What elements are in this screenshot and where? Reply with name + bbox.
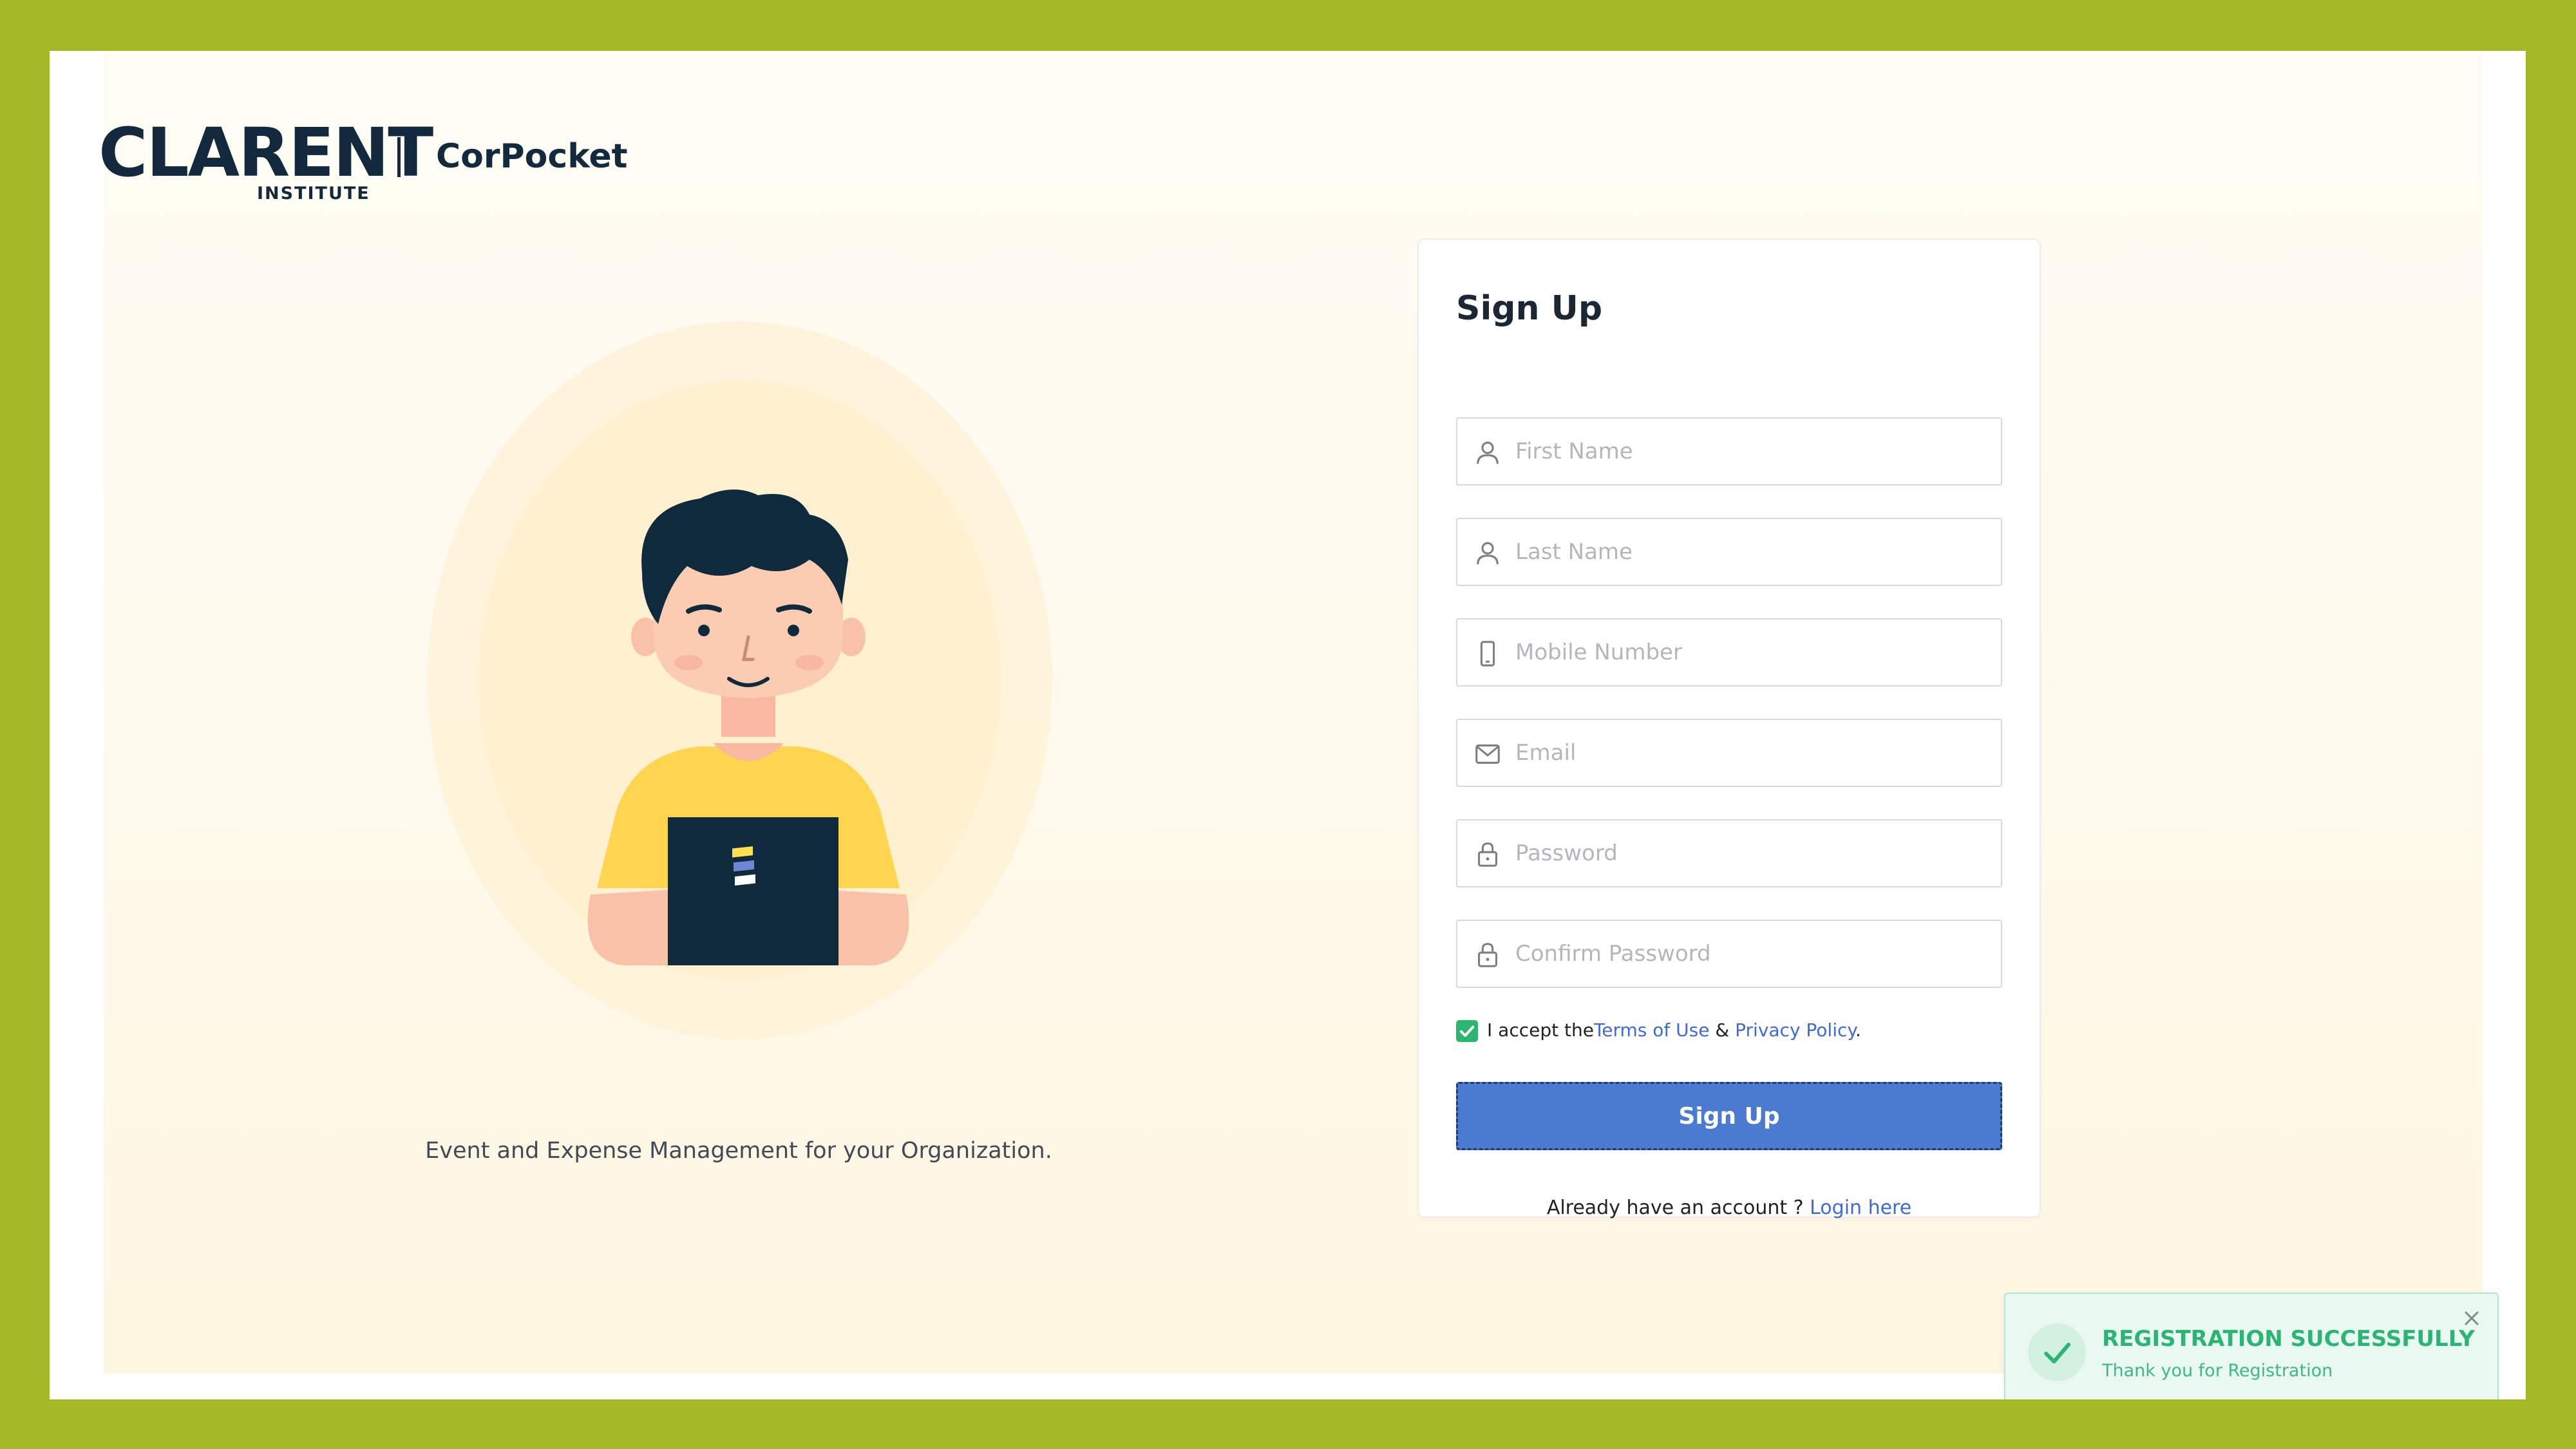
login-link[interactable]: Login here xyxy=(1810,1197,1911,1219)
email-field[interactable] xyxy=(1456,719,2002,787)
product-name: CorPocket xyxy=(436,137,628,176)
signup-button[interactable]: Sign Up xyxy=(1456,1082,2002,1150)
success-toast: REGISTRATION SUCCESSFULLY Thank you for … xyxy=(2004,1293,2499,1399)
terms-suffix: . xyxy=(1855,1019,1861,1041)
mobile-icon xyxy=(1480,641,1495,667)
brand-divider xyxy=(397,137,401,177)
person-with-laptop-illustration xyxy=(587,489,909,965)
mobile-number-input[interactable] xyxy=(1514,620,1993,685)
lock-icon xyxy=(1478,842,1497,867)
logo-subtext: INSTITUTE xyxy=(257,184,370,204)
login-prompt-text: Already have an account ? xyxy=(1546,1197,1810,1219)
privacy-policy-link[interactable]: Privacy Policy xyxy=(1735,1019,1855,1041)
confirm-password-input[interactable] xyxy=(1514,921,1993,987)
hero-tagline: Event and Expense Management for your Or… xyxy=(425,1138,1052,1164)
toast-icon-circle xyxy=(2028,1323,2086,1381)
toast-message: Thank you for Registration xyxy=(2102,1361,2333,1381)
lock-icon xyxy=(1478,943,1497,967)
password-field[interactable] xyxy=(1456,819,2002,887)
email-input[interactable] xyxy=(1514,720,1993,786)
confirm-password-field[interactable] xyxy=(1456,920,2002,988)
mobile-number-field[interactable] xyxy=(1456,618,2002,687)
password-input[interactable] xyxy=(1514,820,1993,886)
check-icon xyxy=(2044,1343,2070,1364)
signup-title: Sign Up xyxy=(1456,289,1603,328)
terms-prefix: I accept the xyxy=(1487,1019,1594,1041)
last-name-input[interactable] xyxy=(1514,519,1993,585)
user-icon xyxy=(1477,441,1499,464)
terms-and: & xyxy=(1709,1019,1736,1041)
logo-wordmark: CLARENT xyxy=(99,113,433,192)
first-name-field[interactable] xyxy=(1456,417,2002,486)
mail-icon xyxy=(1475,744,1500,764)
user-icon xyxy=(1477,542,1499,565)
terms-checkbox[interactable] xyxy=(1456,1020,1478,1042)
app-frame: CLARENT INSTITUTE CorPocket Event and Ex… xyxy=(50,51,2526,1399)
login-prompt-row: Already have an account ? Login here xyxy=(1419,1197,2040,1219)
close-icon[interactable] xyxy=(2460,1307,2483,1330)
first-name-input[interactable] xyxy=(1514,419,1993,484)
last-name-field[interactable] xyxy=(1456,518,2002,586)
checkmark-icon xyxy=(1459,1025,1475,1037)
signup-card: Sign Up First Name Last Name Mobile Numb… xyxy=(1417,238,2041,1219)
toast-title: REGISTRATION SUCCESSFULLY xyxy=(2102,1326,2475,1352)
terms-of-use-link[interactable]: Terms of Use xyxy=(1594,1019,1710,1041)
terms-text: I accept theTerms of Use & Privacy Polic… xyxy=(1487,1018,1861,1043)
